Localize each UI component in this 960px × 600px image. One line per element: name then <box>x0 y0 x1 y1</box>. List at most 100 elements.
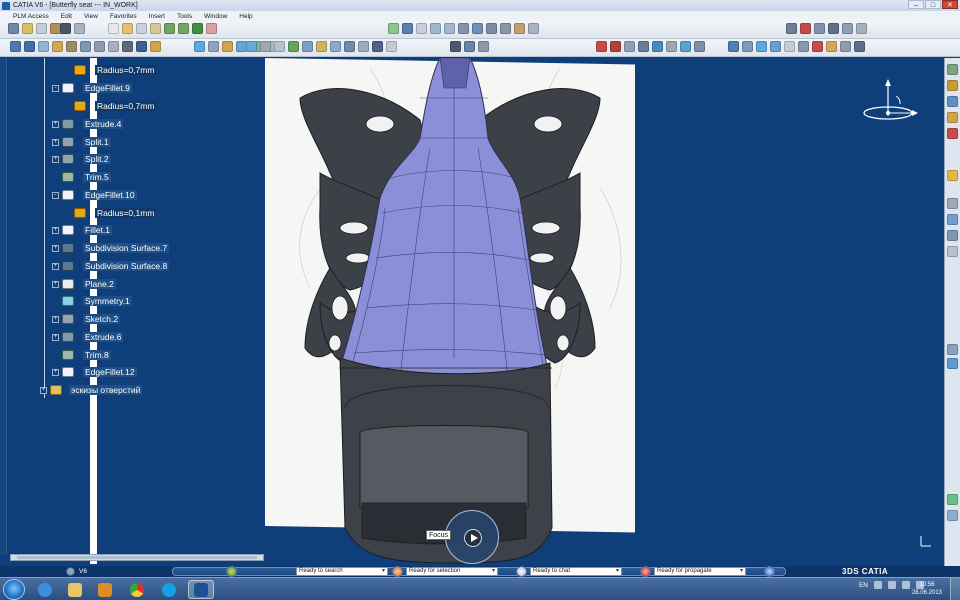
extrude-icon[interactable] <box>66 41 77 52</box>
layers-icon[interactable] <box>478 41 489 52</box>
cone-icon[interactable] <box>288 41 299 52</box>
tree-item-label[interactable]: Subdivision Surface.7 <box>83 243 170 253</box>
start-button[interactable] <box>3 579 25 600</box>
tree-item-label[interactable]: Radius=0,7mm <box>95 65 157 75</box>
grid-icon[interactable] <box>798 41 809 52</box>
undo-icon[interactable] <box>164 23 175 34</box>
print-icon[interactable] <box>60 23 71 34</box>
tree-item-label[interactable]: Fillet.1 <box>83 225 113 235</box>
environment-icon[interactable] <box>652 41 663 52</box>
media-player-taskbar-button[interactable] <box>92 580 118 599</box>
camera-tool-icon[interactable] <box>947 358 958 369</box>
maximize-button[interactable]: □ <box>925 0 941 9</box>
scene-icon[interactable] <box>638 41 649 52</box>
filter-icon[interactable] <box>742 41 753 52</box>
measure-icon[interactable] <box>122 41 133 52</box>
clipboard-icon[interactable] <box>150 23 161 34</box>
help-icon[interactable] <box>206 23 217 34</box>
box-icon[interactable] <box>680 41 691 52</box>
analysis-icon[interactable] <box>136 41 147 52</box>
point-icon[interactable] <box>10 41 21 52</box>
tree-item-label[interactable]: Plane.2 <box>83 279 116 289</box>
new-icon[interactable] <box>8 23 19 34</box>
section-icon[interactable] <box>947 230 958 241</box>
compass-icon[interactable] <box>756 41 767 52</box>
frame-icon[interactable] <box>784 41 795 52</box>
sphere-icon[interactable] <box>246 41 257 52</box>
publish-icon[interactable] <box>150 41 161 52</box>
surface-icon[interactable] <box>52 41 63 52</box>
manipulate-icon[interactable] <box>828 23 839 34</box>
propagate-status[interactable]: Ready for propagate ▾ <box>640 566 746 577</box>
snapshot-tool-icon[interactable] <box>947 344 958 355</box>
tree-horizontal-scrollbar[interactable] <box>10 554 264 561</box>
tree-icon[interactable] <box>74 23 85 34</box>
expand-icon[interactable]: + <box>52 138 59 146</box>
redo-icon[interactable] <box>178 23 189 34</box>
skype-taskbar-button[interactable] <box>156 580 182 599</box>
selection-status-field[interactable]: Ready for selection ▾ <box>406 567 498 576</box>
wand-icon[interactable] <box>450 41 461 52</box>
search-status-field[interactable]: Ready to search ▾ <box>296 567 388 576</box>
expand-icon[interactable]: + <box>52 280 59 288</box>
dropdown-arrow-icon[interactable]: ▾ <box>492 568 495 575</box>
lifecycle-icon[interactable] <box>800 23 811 34</box>
tree-vertical-scrollbar[interactable] <box>0 58 7 554</box>
tree-item-label[interactable]: Trim.8 <box>83 350 111 360</box>
tool-a-icon[interactable] <box>947 494 958 505</box>
paste-icon[interactable] <box>122 23 133 34</box>
render-icon[interactable] <box>596 41 607 52</box>
normal-view-icon[interactable] <box>458 23 469 34</box>
curve-icon[interactable] <box>38 41 49 52</box>
clock[interactable]: 10:56 28.06.2013 <box>912 581 942 597</box>
ruler-icon[interactable] <box>826 41 837 52</box>
open-icon[interactable] <box>22 23 33 34</box>
dropdown-arrow-icon[interactable]: ▾ <box>382 568 385 575</box>
light-tool-icon[interactable] <box>947 170 958 181</box>
expand-icon[interactable]: + <box>52 226 59 234</box>
menu-edit[interactable]: Edit <box>58 13 81 20</box>
light-icon[interactable] <box>610 41 621 52</box>
sync-icon[interactable] <box>842 23 853 34</box>
sweep-icon[interactable] <box>94 41 105 52</box>
minimize-button[interactable]: – <box>908 0 924 9</box>
expand-icon[interactable]: + <box>40 386 47 394</box>
cube-icon[interactable] <box>260 41 271 52</box>
annotation-icon[interactable] <box>840 41 851 52</box>
catalog-icon[interactable] <box>856 23 867 34</box>
tree-item-label[interactable]: EdgeFillet.12 <box>83 367 137 377</box>
globe-status-icon[interactable] <box>764 566 775 577</box>
link-icon[interactable] <box>947 96 958 107</box>
catia-taskbar-button[interactable] <box>188 580 214 599</box>
scrollbar-thumb[interactable] <box>17 556 257 559</box>
show-desktop-button[interactable] <box>950 578 960 600</box>
zoom-in-icon[interactable] <box>430 23 441 34</box>
chrome-taskbar-button[interactable] <box>124 580 150 599</box>
globe-icon[interactable] <box>770 41 781 52</box>
cylinder-icon[interactable] <box>274 41 285 52</box>
collab-icon[interactable] <box>814 23 825 34</box>
explorer-taskbar-button[interactable] <box>62 580 88 599</box>
search-status[interactable] <box>226 566 240 577</box>
tree-item-label[interactable]: Symmetry.1 <box>83 296 132 306</box>
fillet-icon[interactable] <box>386 41 397 52</box>
menu-window[interactable]: Window <box>201 13 236 20</box>
tree-item-label[interactable]: Sketch.2 <box>83 314 121 324</box>
material-tool-icon[interactable] <box>947 198 958 209</box>
tree-item-label[interactable]: Radius=0,7mm <box>95 101 157 111</box>
tree-item-label[interactable]: Split.2 <box>83 154 111 164</box>
select-icon[interactable] <box>728 41 739 52</box>
compass-icon[interactable] <box>860 78 920 128</box>
spline-icon[interactable] <box>24 41 35 52</box>
tree-item-label[interactable]: EdgeFillet.10 <box>83 190 137 200</box>
expand-icon[interactable]: - <box>52 84 59 92</box>
expand-icon[interactable]: + <box>52 244 59 252</box>
tool-b-icon[interactable] <box>947 510 958 521</box>
turntable-icon[interactable] <box>666 41 677 52</box>
language-indicator[interactable]: EN <box>859 582 868 589</box>
dropdown-arrow-icon[interactable]: ▾ <box>740 568 743 575</box>
network-icon[interactable] <box>888 581 896 589</box>
subdivision-icon[interactable] <box>208 41 219 52</box>
menu-view[interactable]: View <box>81 13 107 20</box>
expand-icon[interactable]: + <box>52 155 59 163</box>
